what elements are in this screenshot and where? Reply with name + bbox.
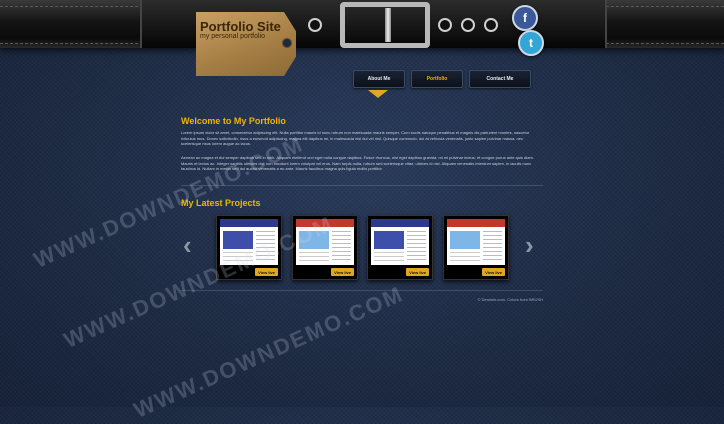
main-nav: About Me Portfolio Contact Me xyxy=(353,70,531,88)
belt-hole-icon xyxy=(484,18,498,32)
screenshot-header xyxy=(371,219,429,227)
nav-about-me[interactable]: About Me xyxy=(353,70,405,88)
carousel-prev-icon[interactable]: ‹ xyxy=(183,232,192,258)
facebook-icon[interactable]: f xyxy=(512,5,538,31)
screenshot-text xyxy=(374,252,404,262)
tag-hole-icon xyxy=(282,38,292,48)
screenshot-text xyxy=(450,252,480,262)
carousel-next-icon[interactable]: › xyxy=(525,232,534,258)
twitter-icon[interactable]: t xyxy=(518,30,544,56)
project-thumbnail-3[interactable]: View live xyxy=(367,215,433,280)
nav-contact-me[interactable]: Contact Me xyxy=(469,70,531,88)
footer-divider xyxy=(181,290,543,291)
screenshot-header xyxy=(220,219,278,227)
view-live-button[interactable]: View live xyxy=(482,268,505,276)
screenshot-banner xyxy=(374,231,404,249)
screenshot-text xyxy=(407,231,426,261)
buckle-pin xyxy=(385,8,391,42)
footer-copyright: © Denimie.com. Colors from BRUSH xyxy=(477,297,543,302)
project-screenshot xyxy=(371,219,429,265)
screenshot-text xyxy=(299,252,329,262)
belt-hole-icon xyxy=(438,18,452,32)
view-live-button[interactable]: View live xyxy=(331,268,354,276)
site-title[interactable]: Portfolio Site xyxy=(200,19,281,34)
site-tagline: my personal portfolio xyxy=(200,33,265,40)
welcome-heading: Welcome to My Portfolio xyxy=(181,116,286,126)
screenshot-banner xyxy=(450,231,480,249)
project-screenshot xyxy=(447,219,505,265)
welcome-paragraph-1: Lorem ipsum dolor sit amet, consectetur … xyxy=(181,130,530,146)
screenshot-text xyxy=(483,231,502,261)
belt-hole-icon xyxy=(308,18,322,32)
project-thumbnail-4[interactable]: View live xyxy=(443,215,509,280)
screenshot-header xyxy=(447,219,505,227)
nav-portfolio[interactable]: Portfolio xyxy=(411,70,463,88)
view-live-button[interactable]: View live xyxy=(406,268,429,276)
active-nav-indicator-icon xyxy=(368,90,388,98)
belt-hole-icon xyxy=(461,18,475,32)
